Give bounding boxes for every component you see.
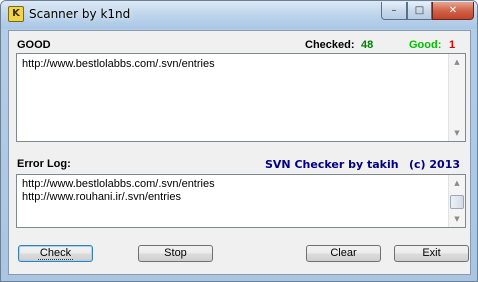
check-button-label: Check <box>37 247 74 260</box>
scroll-up-icon[interactable]: ▲ <box>449 175 465 191</box>
scroll-up-icon[interactable]: ▲ <box>449 54 465 70</box>
scroll-down-icon[interactable]: ▼ <box>449 125 465 141</box>
client-area: GOOD Checked: 48 Good: 1 http://www.best… <box>8 30 471 275</box>
good-list-scrollbar[interactable]: ▲ ▼ <box>448 54 465 141</box>
error-log-list[interactable]: http://www.bestlolabbs.com/.svn/entries … <box>16 174 466 228</box>
exit-button[interactable]: Exit <box>394 245 469 262</box>
error-log-scrollbar[interactable]: ▲ ▼ <box>448 175 465 227</box>
maximize-button[interactable]: □ <box>407 2 432 20</box>
good-results-list[interactable]: http://www.bestlolabbs.com/.svn/entries … <box>16 53 466 142</box>
app-icon: K <box>8 6 24 22</box>
good-label: GOOD <box>17 39 51 51</box>
good-count-label: Good: <box>409 39 442 51</box>
checked-count: 48 <box>361 39 374 51</box>
list-item[interactable]: http://www.bestlolabbs.com/.svn/entries <box>22 178 215 190</box>
scroll-thumb[interactable] <box>450 195 464 209</box>
credit-label: SVN Checker by takih <box>265 158 399 171</box>
error-log-label: Error Log: <box>17 158 71 170</box>
stop-button[interactable]: Stop <box>138 245 213 262</box>
check-button[interactable]: Check <box>18 245 93 262</box>
list-item[interactable]: http://www.bestlolabbs.com/.svn/entries <box>22 58 215 70</box>
checked-label: Checked: <box>305 39 355 51</box>
minimize-button[interactable]: – <box>381 2 407 20</box>
good-count: 1 <box>449 39 456 51</box>
copyright-label: (c) 2013 <box>409 158 461 171</box>
close-button[interactable]: ✕ <box>432 2 474 20</box>
scanner-window: K Scanner by k1nd – □ ✕ GOOD Checked: 48… <box>0 0 478 282</box>
title-bar[interactable]: K Scanner by k1nd – □ ✕ <box>1 1 477 29</box>
list-item[interactable]: http://www.rouhani.ir/.svn/entries <box>22 191 181 203</box>
window-title: Scanner by k1nd <box>29 7 131 21</box>
clear-button[interactable]: Clear <box>306 245 381 262</box>
scroll-down-icon[interactable]: ▼ <box>449 211 465 227</box>
